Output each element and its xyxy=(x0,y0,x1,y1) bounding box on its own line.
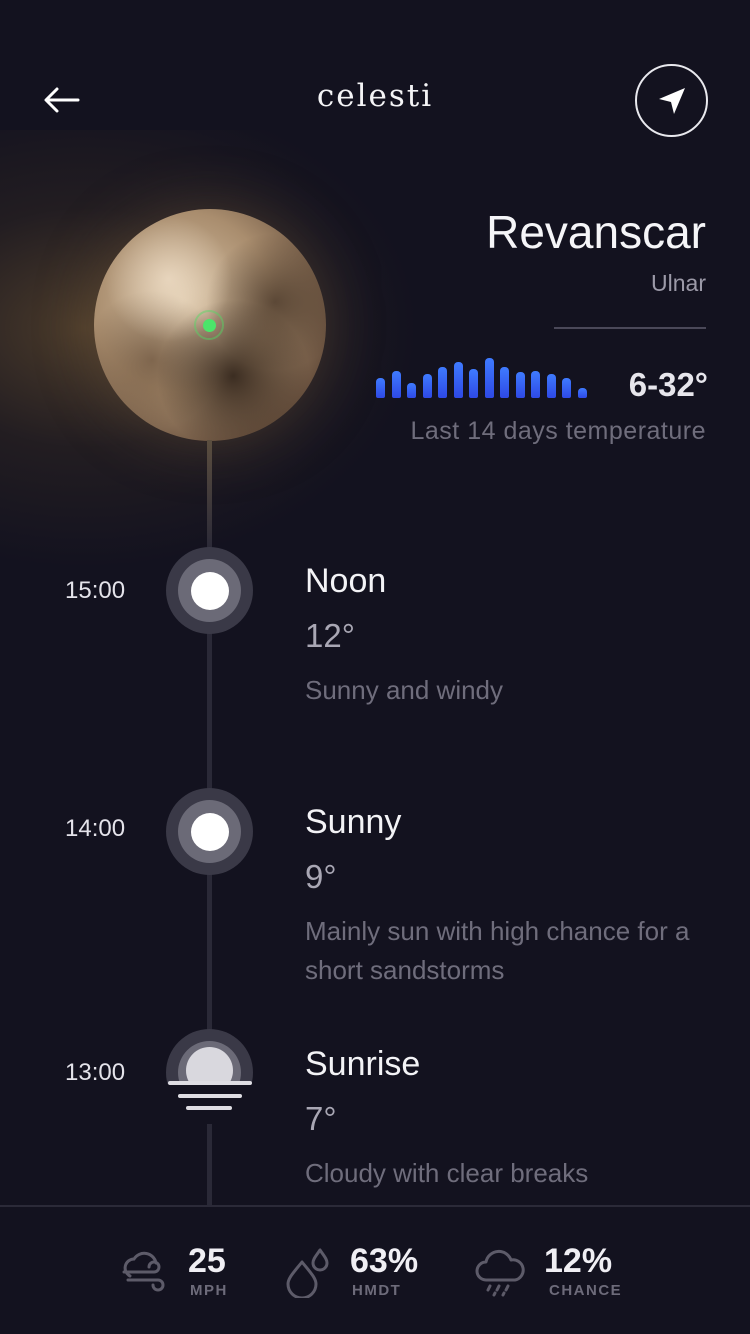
rain-chance-stat: 12% CHANCE xyxy=(474,1240,634,1300)
marker-dot xyxy=(202,318,216,332)
sunrise-icon xyxy=(166,1029,253,1124)
temperature-bar xyxy=(500,367,509,398)
timeline-time: 15:00 xyxy=(65,577,126,604)
sun-icon xyxy=(166,547,253,634)
timeline-desc: Sunny and windy xyxy=(305,675,504,705)
wind-value: 25 xyxy=(188,1242,226,1280)
navigation-arrow-icon xyxy=(658,87,685,114)
timeline-desc: Mainly sun with high chance for a short … xyxy=(305,916,690,985)
location-region: Ulnar xyxy=(651,270,706,296)
humidity-unit: HMDT xyxy=(352,1282,402,1299)
temperature-bar xyxy=(562,378,571,398)
temperature-bar xyxy=(376,378,385,398)
wind-unit: MPH xyxy=(190,1282,228,1299)
temperature-bar xyxy=(531,371,540,398)
location-marker[interactable] xyxy=(194,310,224,340)
sun-icon xyxy=(166,788,253,875)
rain-chance-value: 12% xyxy=(544,1242,613,1280)
temperature-bar xyxy=(577,388,587,398)
timeline-title: Noon xyxy=(305,562,387,600)
rain-cloud-icon xyxy=(475,1249,525,1297)
temperature-caption: Last 14 days temperature xyxy=(410,417,706,445)
timeline-temp: 7° xyxy=(305,1100,337,1137)
timeline-desc: Cloudy with clear breaks xyxy=(305,1158,589,1188)
timeline-line-fade xyxy=(207,440,212,550)
timeline-temp: 9° xyxy=(305,858,337,895)
temperature-bar xyxy=(422,374,432,398)
location-name: Revanscar xyxy=(486,206,706,258)
timeline-title: Sunny xyxy=(305,803,402,841)
temperature-bars xyxy=(376,354,592,398)
temperature-range: 6-32° xyxy=(628,366,708,403)
temperature-bar xyxy=(438,367,447,398)
temperature-bar xyxy=(453,362,463,398)
temperature-bar xyxy=(391,371,401,398)
temperature-bar xyxy=(407,383,416,398)
timeline-temp: 12° xyxy=(305,617,355,654)
timeline-title: Sunrise xyxy=(305,1045,421,1083)
locate-button[interactable] xyxy=(635,64,708,137)
rain-chance-unit: CHANCE xyxy=(549,1282,623,1299)
humidity-stat: 63% HMDT xyxy=(282,1240,432,1300)
temperature-bar xyxy=(515,372,525,398)
wind-stat: 25 MPH xyxy=(118,1240,248,1300)
wind-cloud-icon xyxy=(122,1251,165,1292)
timeline-time: 13:00 xyxy=(65,1059,126,1086)
temperature-bar xyxy=(546,374,556,398)
timeline-time: 14:00 xyxy=(65,815,126,842)
temperature-bar xyxy=(484,358,494,398)
temperature-bar xyxy=(469,369,478,398)
humidity-drops-icon xyxy=(286,1248,329,1298)
humidity-value: 63% xyxy=(350,1242,419,1280)
divider xyxy=(554,327,706,329)
app-screen: celesti Revanscar Ulnar 6-32° Last 14 da… xyxy=(0,0,750,1334)
